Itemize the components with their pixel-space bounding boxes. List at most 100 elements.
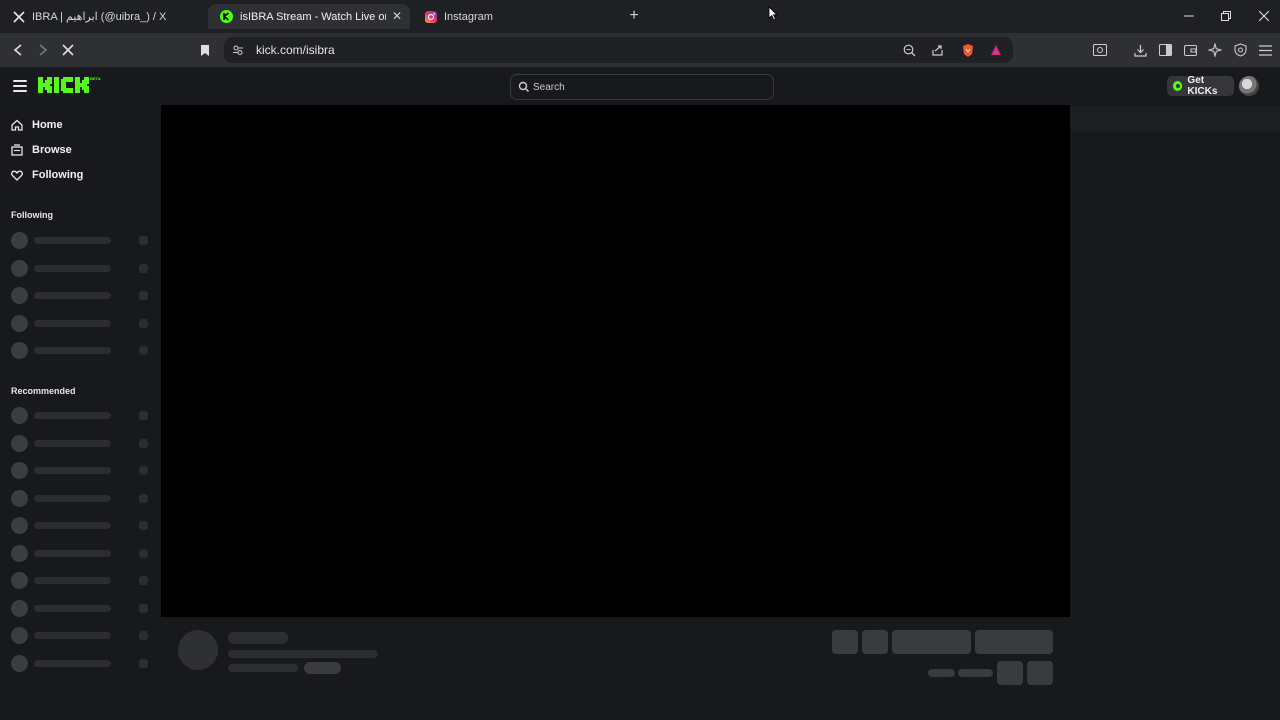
vpn-shield-icon[interactable] <box>1232 42 1248 58</box>
bookmark-icon[interactable] <box>197 42 213 58</box>
channel-name-placeholder <box>34 237 111 244</box>
close-window-icon[interactable] <box>1256 8 1272 24</box>
sidebar-item-home[interactable]: Home <box>11 116 63 134</box>
follow-button-placeholder <box>892 630 971 654</box>
stop-loading-icon[interactable] <box>60 42 76 58</box>
channel-avatar-placeholder <box>11 434 28 452</box>
share-button-placeholder <box>997 661 1023 685</box>
channel-placeholder-row <box>11 599 151 617</box>
channel-name-placeholder <box>34 577 111 584</box>
tab-x-profile[interactable]: IBRA | ابراهيم (@uibra_) / X <box>0 4 205 29</box>
channel-name-placeholder <box>34 319 111 327</box>
channel-placeholder-row <box>11 627 151 644</box>
channel-placeholder-row <box>11 314 151 332</box>
tab-title: isIBRA Stream - Watch Live on Kick <box>240 10 386 23</box>
downloads-icon[interactable] <box>1132 42 1148 58</box>
channel-placeholder-row <box>11 654 151 672</box>
viewer-count-placeholder <box>139 466 148 475</box>
channel-avatar-placeholder <box>11 342 28 359</box>
viewer-count-placeholder <box>139 438 148 448</box>
channel-name-placeholder <box>34 439 111 447</box>
viewer-count-placeholder <box>139 236 148 245</box>
back-icon[interactable] <box>10 42 26 58</box>
channel-placeholder-row <box>11 517 151 534</box>
wallet-icon[interactable] <box>1182 42 1198 58</box>
address-bar[interactable]: kick.com/isibra <box>224 37 1013 63</box>
tab-instagram[interactable]: Instagram <box>412 4 617 29</box>
kick-logo-icon <box>220 10 233 23</box>
channel-avatar-placeholder <box>11 232 28 249</box>
channel-placeholder-row <box>11 342 151 359</box>
video-player[interactable] <box>161 105 1070 617</box>
uptime-placeholder <box>958 669 993 677</box>
search-icon <box>518 81 530 93</box>
share-icon[interactable] <box>929 42 945 58</box>
viewer-count-placeholder <box>139 658 148 668</box>
viewer-count-placeholder <box>139 631 148 640</box>
restore-icon[interactable] <box>1218 8 1234 24</box>
sidebar-item-label: Home <box>32 119 63 131</box>
search-box[interactable] <box>510 74 774 100</box>
tab-kick-stream[interactable]: isIBRA Stream - Watch Live on Kick ✕ <box>208 4 410 29</box>
subscribe-button-placeholder <box>975 630 1053 654</box>
sidebar-item-following[interactable]: Following <box>11 166 83 184</box>
channel-avatar-placeholder <box>11 287 28 304</box>
sidebar-item-browse[interactable]: Browse <box>11 141 72 159</box>
channel-avatar-placeholder <box>11 314 28 332</box>
channel-avatar-placeholder <box>11 654 28 672</box>
category-placeholder <box>228 664 298 672</box>
forward-icon[interactable] <box>35 42 51 58</box>
viewer-count-placeholder <box>139 291 148 300</box>
new-tab-button[interactable]: + <box>626 8 642 24</box>
channel-placeholder-row <box>11 489 151 507</box>
viewer-count-placeholder <box>139 603 148 613</box>
menu-icon[interactable] <box>1257 42 1273 58</box>
hamburger-menu-icon[interactable] <box>13 80 27 92</box>
chat-panel-header <box>1070 105 1280 132</box>
sidebar-toggle-icon[interactable] <box>1157 42 1173 58</box>
brave-shields-icon[interactable] <box>960 42 976 58</box>
mouse-cursor-icon <box>768 6 778 21</box>
viewer-count-placeholder <box>139 263 148 273</box>
channel-avatar-placeholder <box>11 407 28 424</box>
leo-ai-icon[interactable] <box>1207 42 1223 58</box>
search-input[interactable] <box>531 78 765 97</box>
channel-placeholder-row <box>11 407 151 424</box>
viewer-count-placeholder <box>139 346 148 355</box>
action-button-placeholder <box>832 630 858 654</box>
screenshot-icon[interactable] <box>1092 42 1108 58</box>
viewer-count-placeholder <box>139 411 148 420</box>
action-button-placeholder <box>862 630 888 654</box>
channel-name-placeholder <box>34 494 111 502</box>
channel-placeholder-row <box>11 434 151 452</box>
channel-placeholder-row <box>11 544 151 562</box>
minimize-icon[interactable] <box>1181 8 1197 24</box>
user-avatar[interactable] <box>1239 76 1259 96</box>
channel-name-placeholder <box>34 412 111 419</box>
viewer-count-placeholder <box>139 576 148 585</box>
viewer-count-placeholder <box>928 669 955 677</box>
site-settings-icon[interactable] <box>230 42 246 58</box>
channel-placeholder-row <box>11 572 151 589</box>
zoom-icon[interactable] <box>901 42 917 58</box>
viewer-count-placeholder <box>139 521 148 530</box>
channel-avatar-placeholder <box>11 544 28 562</box>
recommended-heading: Recommended <box>11 386 76 396</box>
brave-rewards-icon[interactable] <box>988 42 1004 58</box>
viewer-count-placeholder <box>139 548 148 558</box>
get-kicks-button[interactable]: Get KICKs <box>1167 75 1234 97</box>
channel-avatar-placeholder <box>11 517 28 534</box>
home-icon <box>11 119 23 131</box>
channel-name-placeholder <box>34 522 111 529</box>
more-button-placeholder <box>1027 661 1053 685</box>
close-tab-icon[interactable]: ✕ <box>390 9 404 23</box>
left-sidebar: Home Browse Following Following Recommen… <box>0 105 160 720</box>
channel-avatar-placeholder <box>11 259 28 277</box>
channel-avatar-placeholder <box>11 599 28 617</box>
x-logo-icon <box>12 10 25 23</box>
logo-beta-badge: BETA <box>90 76 101 81</box>
channel-name-placeholder <box>34 467 111 474</box>
kick-logo[interactable]: BETA <box>38 74 102 101</box>
tab-title: Instagram <box>444 10 493 23</box>
channel-name-placeholder <box>34 347 111 354</box>
